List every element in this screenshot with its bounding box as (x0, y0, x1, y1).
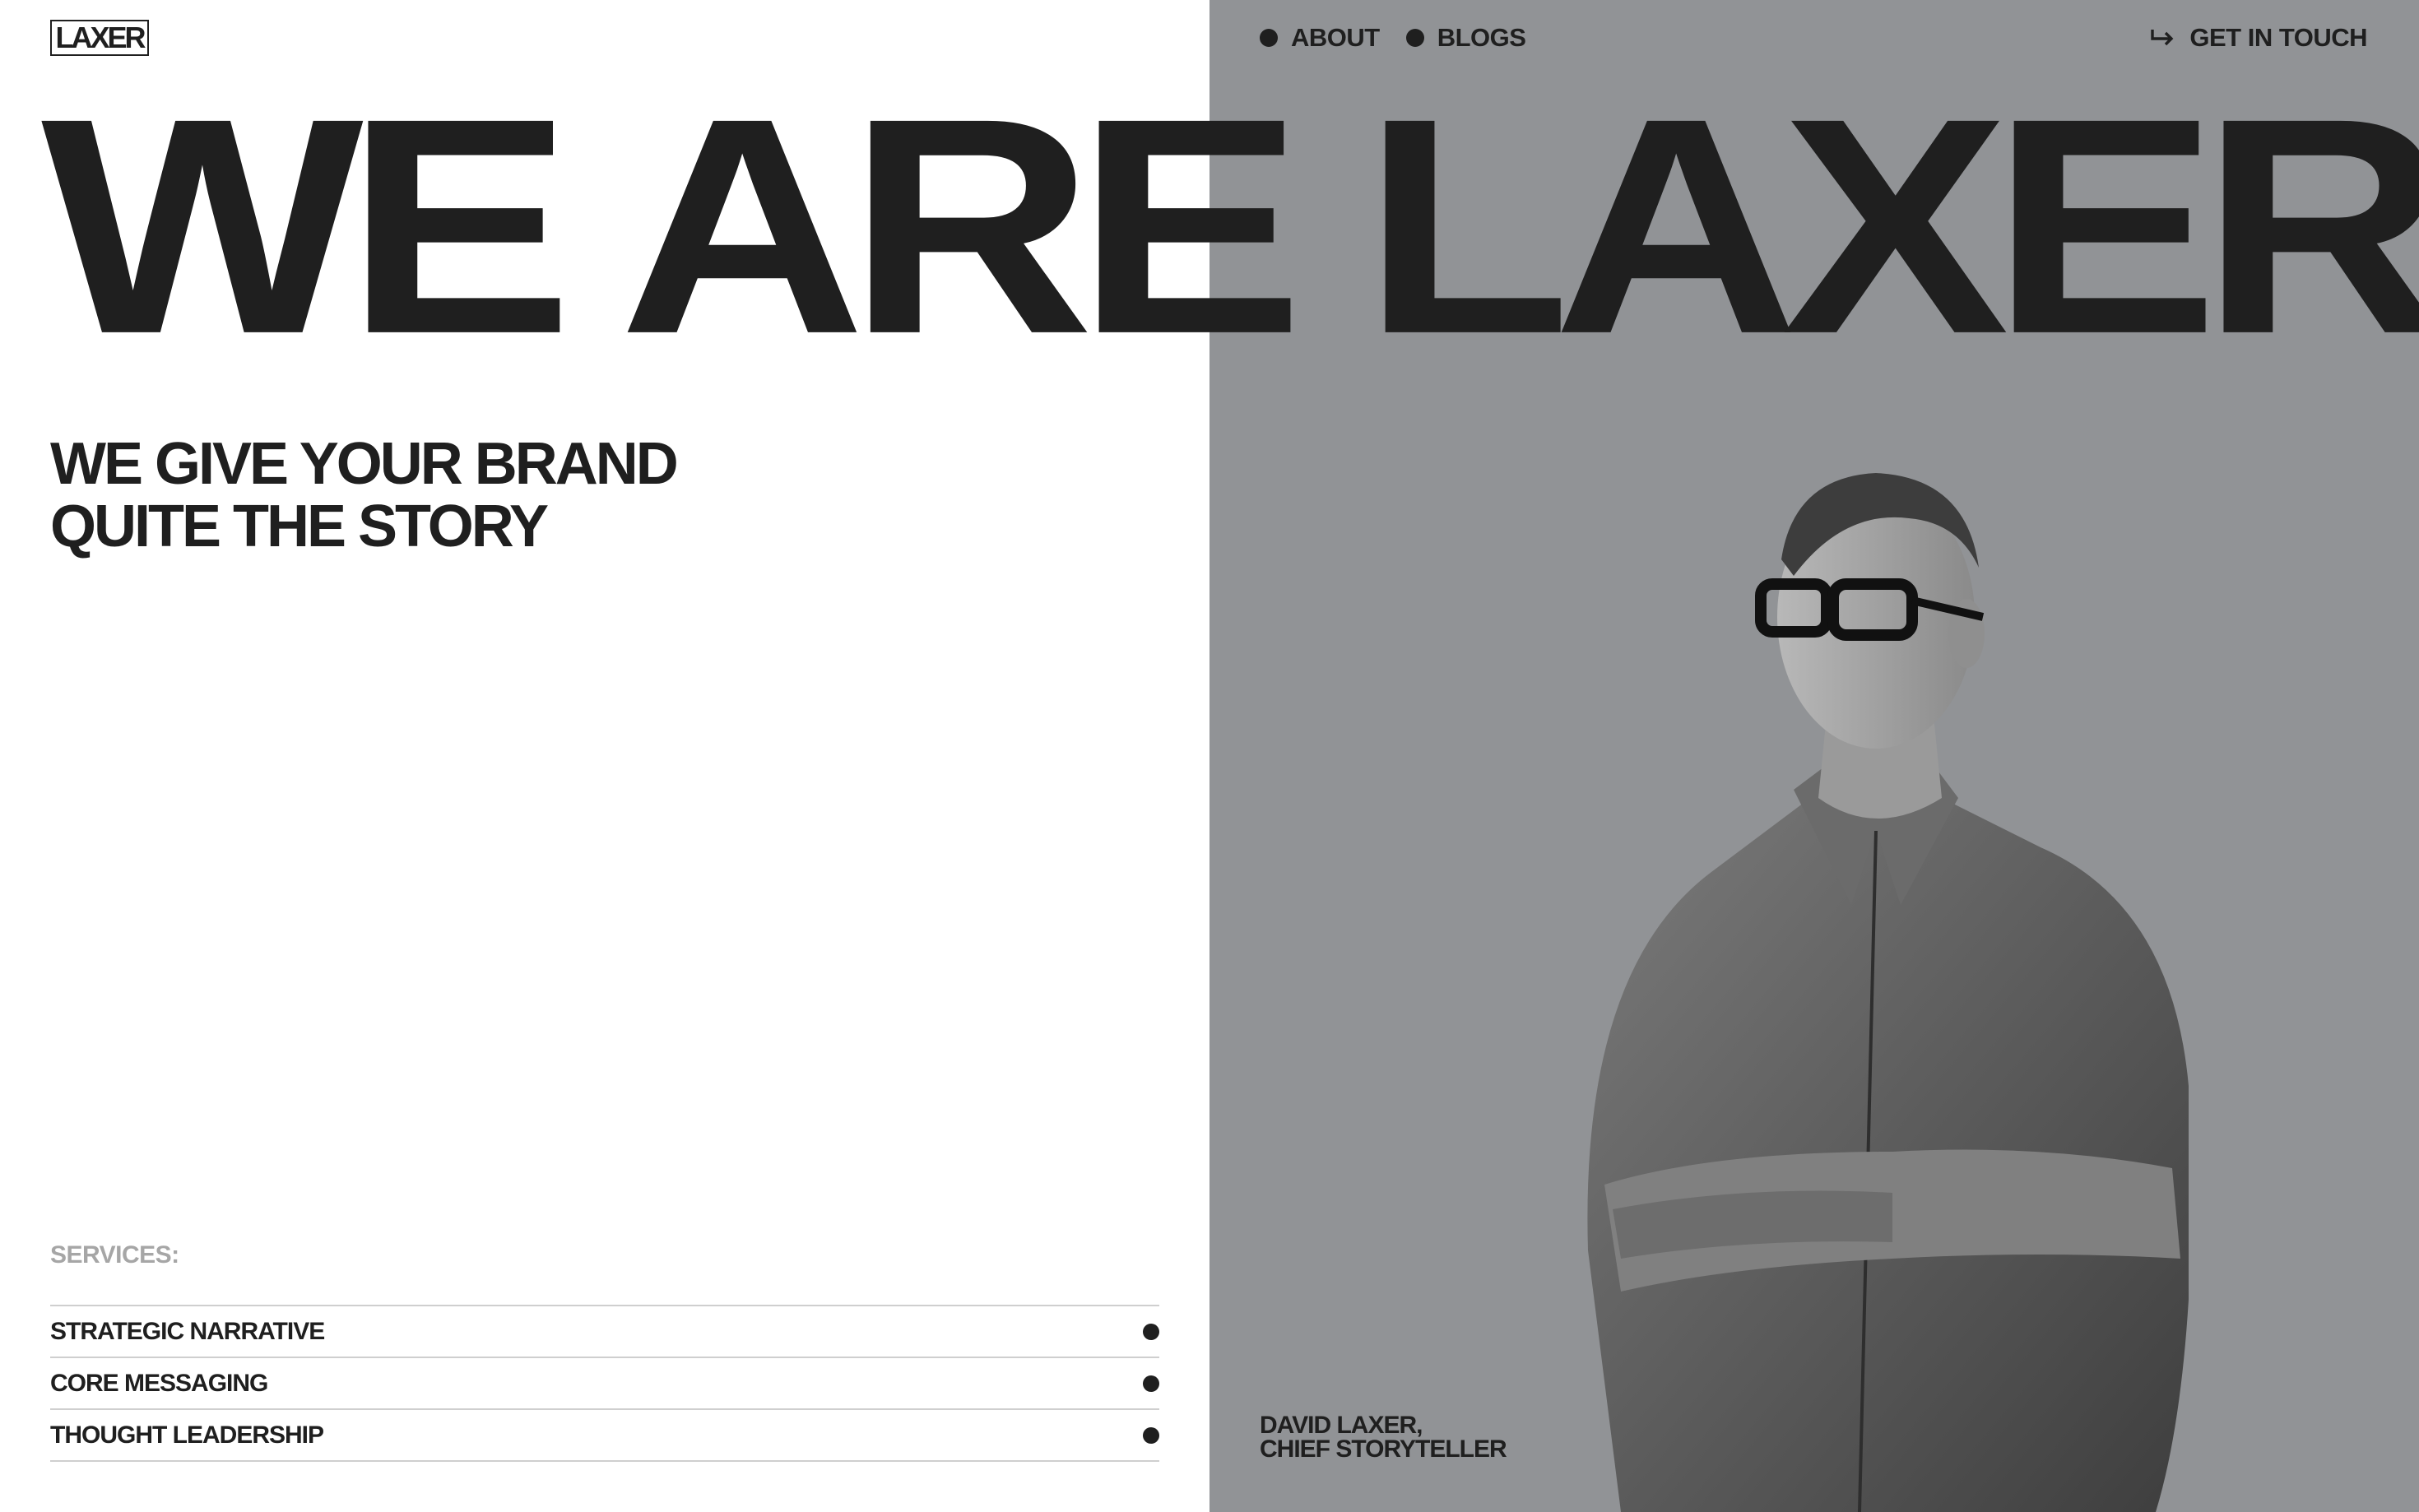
hero-title: WE ARE LAXER (41, 53, 2419, 398)
logo-text: LAXER (55, 21, 146, 54)
tagline-line-2: QUITE THE STORY (50, 494, 549, 559)
nav-item-about-label: ABOUT (1291, 23, 1380, 52)
portrait-image (1587, 473, 2189, 1512)
nav-item-blogs[interactable]: BLOGS (1405, 23, 1526, 53)
nav-item-blogs-label: BLOGS (1437, 23, 1526, 52)
dot-icon (1260, 29, 1278, 47)
portrait-name: DAVID LAXER, (1260, 1412, 1423, 1439)
dot-icon (1405, 29, 1424, 47)
logo[interactable]: LAXER (50, 20, 149, 56)
service-item-thought-leadership[interactable]: THOUGHT LEADERSHIP (50, 1410, 1159, 1462)
service-item-label: CORE MESSAGING (50, 1369, 268, 1397)
services-list: STRATEGIC NARRATIVE CORE MESSAGING THOUG… (50, 1305, 1159, 1462)
arrow-return-right-icon (2151, 30, 2174, 46)
tagline-line-1: WE GIVE YOUR BRAND (50, 431, 679, 497)
service-item-label: STRATEGIC NARRATIVE (50, 1317, 325, 1345)
service-item-label: THOUGHT LEADERSHIP (50, 1421, 324, 1449)
dot-icon (1143, 1426, 1159, 1444)
portrait-role: CHIEF STORYTELLER (1260, 1435, 1507, 1463)
nav-item-about[interactable]: ABOUT (1260, 23, 1380, 53)
service-item-core-messaging[interactable]: CORE MESSAGING (50, 1358, 1159, 1410)
services-label: SERVICES: (50, 1241, 179, 1269)
get-in-touch-link[interactable]: GET IN TOUCH (2150, 20, 2367, 56)
main-nav: ABOUT BLOGS (1260, 20, 1526, 56)
get-in-touch-label: GET IN TOUCH (2189, 23, 2367, 52)
service-item-strategic-narrative[interactable]: STRATEGIC NARRATIVE (50, 1306, 1159, 1358)
tagline: WE GIVE YOUR BRAND QUITE THE STORY (50, 433, 791, 558)
dot-icon (1143, 1375, 1159, 1392)
portrait-caption: DAVID LAXER, CHIEF STORYTELLER (1260, 1412, 1507, 1463)
dot-icon (1143, 1323, 1159, 1340)
